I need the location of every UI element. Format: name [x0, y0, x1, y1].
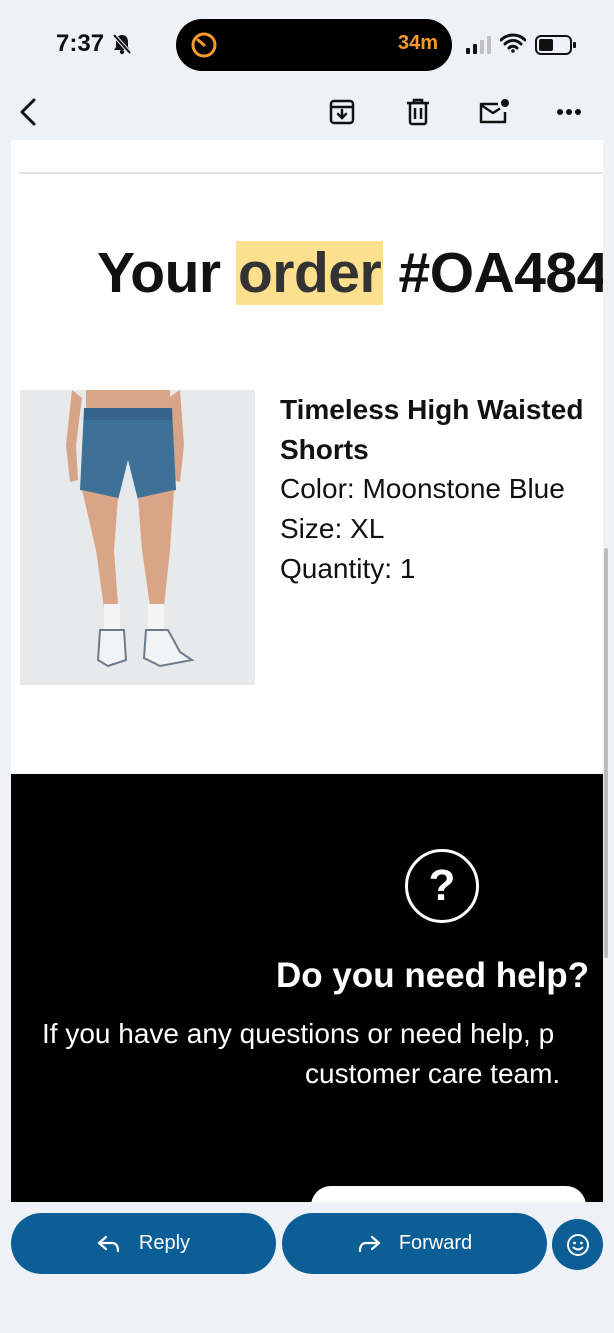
wifi-icon: [499, 33, 527, 58]
help-title: Do you need help?: [276, 956, 590, 995]
product-size: Size: XL: [280, 513, 385, 544]
product-quantity: Quantity: 1: [280, 553, 416, 584]
silent-bell-icon: [112, 33, 132, 60]
help-button-partial[interactable]: [311, 1186, 586, 1202]
reply-label: Reply: [138, 1232, 191, 1254]
email-screen: 7:37 34m Your order #OA484 Timeless High…: [0, 0, 614, 1333]
smiley-icon: [566, 1233, 589, 1256]
product-image[interactable]: [20, 390, 255, 685]
status-time: 7:37: [56, 30, 105, 57]
forward-label: Forward: [398, 1232, 473, 1254]
forward-button[interactable]: Forward: [282, 1213, 547, 1274]
question-icon: ?: [405, 849, 479, 923]
back-arrow-icon[interactable]: [8, 92, 48, 132]
battery-icon: [535, 35, 577, 60]
divider: [19, 172, 603, 174]
dynamic-island[interactable]: 34m: [176, 19, 452, 71]
archive-icon[interactable]: [322, 92, 362, 132]
help-text-line2[interactable]: customer care team.: [305, 1058, 560, 1090]
email-toolbar: [0, 84, 614, 138]
order-heading: Your order #OA484: [97, 240, 603, 306]
trash-icon[interactable]: [398, 92, 438, 132]
product-name-line2: Shorts: [280, 434, 369, 465]
search-highlight: order: [235, 241, 384, 305]
emoji-reaction-button[interactable]: [552, 1219, 603, 1270]
product-color: Color: Moonstone Blue: [280, 473, 565, 504]
product-name-line1: Timeless High Waisted: [280, 394, 584, 425]
timer-ring-icon: [190, 31, 218, 64]
scrollbar[interactable]: [604, 548, 608, 958]
signal-icon: [466, 36, 494, 59]
status-bar: 7:37 34m: [0, 0, 614, 84]
forward-icon: [358, 1235, 380, 1252]
product-name: Timeless High Waisted Shorts: [280, 390, 603, 470]
email-body: Your order #OA484 Timeless High Waisted …: [11, 140, 603, 1202]
help-text-line1: If you have any questions or need help, …: [42, 1018, 555, 1049]
help-section: ? Do you need help? If you have any ques…: [11, 774, 603, 1202]
more-icon[interactable]: [549, 92, 589, 132]
heading-order-number: #OA484: [383, 241, 603, 305]
mark-unread-icon[interactable]: [474, 92, 514, 132]
reply-button[interactable]: Reply: [11, 1213, 276, 1274]
heading-prefix: Your: [97, 241, 236, 305]
reply-icon: [97, 1235, 120, 1252]
timer-text: 34m: [397, 32, 438, 54]
